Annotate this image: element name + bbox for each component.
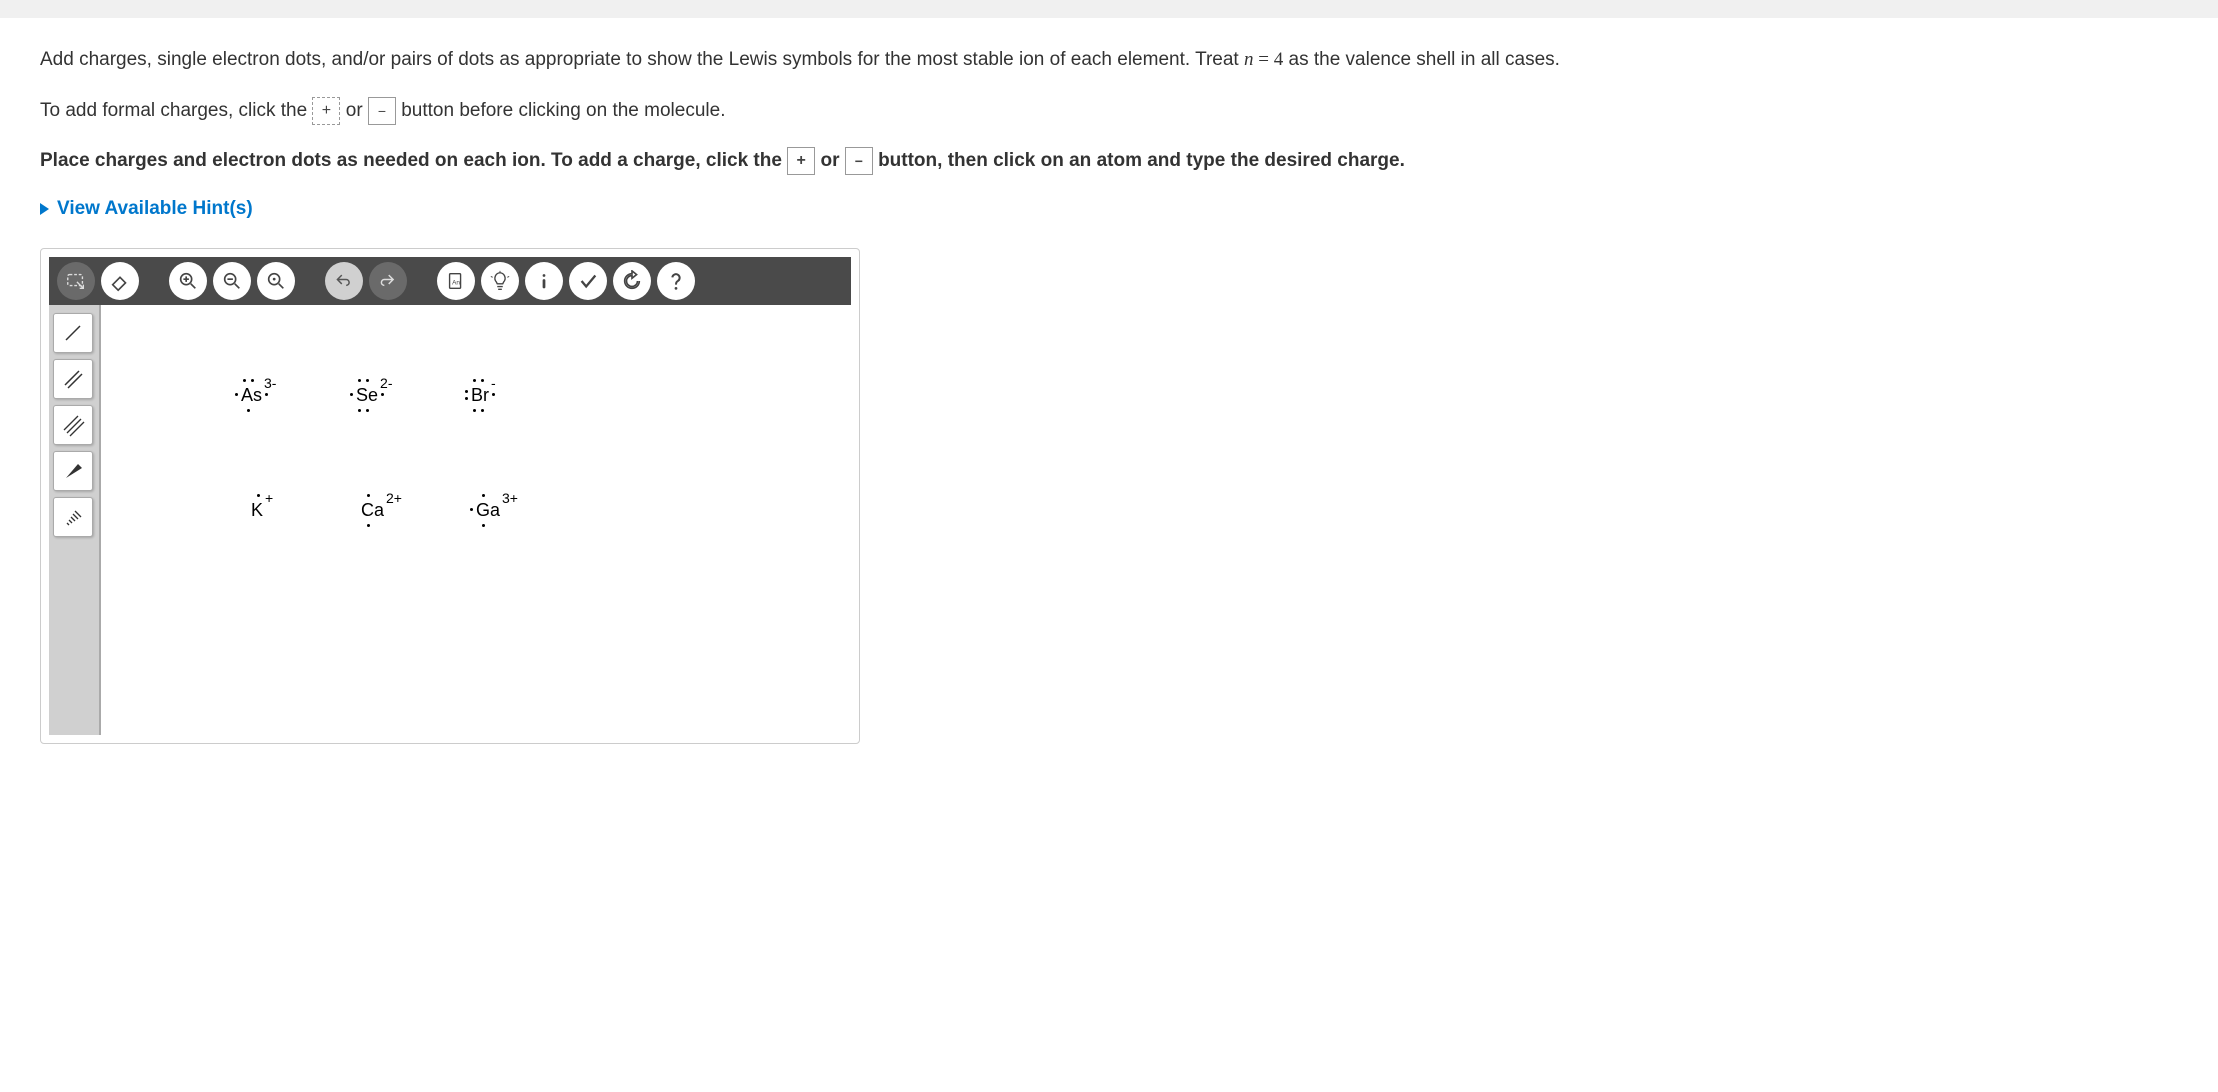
molecule-editor: An bbox=[40, 248, 860, 744]
text-or: or bbox=[821, 150, 845, 171]
question-content: Add charges, single electron dots, and/o… bbox=[0, 18, 2218, 772]
reset-button[interactable] bbox=[613, 262, 651, 300]
paste-atom-button[interactable]: An bbox=[437, 262, 475, 300]
text: button, then click on an atom and type t… bbox=[878, 150, 1405, 171]
plus-charge-button-2[interactable] bbox=[787, 147, 815, 175]
help-button[interactable] bbox=[657, 262, 695, 300]
electron-dot bbox=[235, 393, 238, 396]
equals: = bbox=[1254, 49, 1274, 70]
text: Add charges, single electron dots, and/o… bbox=[40, 49, 1244, 70]
atom-charge: 3+ bbox=[502, 490, 518, 506]
electron-dot bbox=[481, 379, 484, 382]
electron-dot bbox=[492, 393, 495, 396]
text: To add formal charges, click the bbox=[40, 100, 312, 121]
electron-dot bbox=[465, 390, 468, 393]
undo-button[interactable] bbox=[325, 262, 363, 300]
text: button before clicking on the molecule. bbox=[401, 100, 725, 121]
electron-dot bbox=[473, 379, 476, 382]
view-hints-toggle[interactable]: View Available Hint(s) bbox=[40, 198, 253, 220]
zoom-in-button[interactable] bbox=[169, 262, 207, 300]
atom-k[interactable]: K+ bbox=[251, 500, 263, 521]
instruction-1: Add charges, single electron dots, and/o… bbox=[40, 46, 2178, 75]
atom-symbol: Ca2+ bbox=[361, 500, 384, 521]
atom-symbol: Ga3+ bbox=[476, 500, 500, 521]
eraser-button[interactable] bbox=[101, 262, 139, 300]
electron-dot bbox=[482, 524, 485, 527]
svg-text:An: An bbox=[452, 279, 460, 286]
molecule-canvas[interactable]: As3- Se2- Br- K+ Ca2+ Ga3+ bbox=[99, 305, 851, 735]
triangle-right-icon bbox=[40, 203, 49, 215]
electron-dot bbox=[481, 409, 484, 412]
wedge-bond-button[interactable] bbox=[53, 451, 93, 491]
text-or: or bbox=[346, 100, 368, 121]
atom-charge: 2+ bbox=[386, 490, 402, 506]
single-bond-button[interactable] bbox=[53, 313, 93, 353]
electron-dot bbox=[367, 494, 370, 497]
atom-ga[interactable]: Ga3+ bbox=[476, 500, 500, 521]
electron-dot bbox=[350, 393, 353, 396]
electron-dot bbox=[243, 379, 246, 382]
electron-dot bbox=[358, 379, 361, 382]
electron-dot bbox=[247, 409, 250, 412]
atom-br[interactable]: Br- bbox=[471, 385, 489, 406]
triple-bond-button[interactable] bbox=[53, 405, 93, 445]
plus-charge-button[interactable] bbox=[312, 97, 340, 125]
electron-dot bbox=[367, 524, 370, 527]
window-top-bar bbox=[0, 0, 2218, 18]
electron-dot bbox=[265, 393, 268, 396]
electron-dot bbox=[482, 494, 485, 497]
value-4: 4 bbox=[1274, 49, 1284, 70]
atom-charge: - bbox=[491, 375, 496, 391]
zoom-fit-button[interactable] bbox=[257, 262, 295, 300]
atom-charge: 2- bbox=[380, 375, 392, 391]
electron-dot bbox=[473, 409, 476, 412]
atom-charge: + bbox=[265, 490, 273, 506]
electron-dot bbox=[470, 508, 473, 511]
double-bond-button[interactable] bbox=[53, 359, 93, 399]
redo-button[interactable] bbox=[369, 262, 407, 300]
check-button[interactable] bbox=[569, 262, 607, 300]
atom-symbol: As3- bbox=[241, 385, 262, 406]
electron-dot bbox=[465, 397, 468, 400]
atom-as[interactable]: As3- bbox=[241, 385, 262, 406]
electron-dot bbox=[381, 393, 384, 396]
hash-bond-button[interactable] bbox=[53, 497, 93, 537]
atom-ca[interactable]: Ca2+ bbox=[361, 500, 384, 521]
marquee-select-button[interactable] bbox=[57, 262, 95, 300]
text: Place charges and electron dots as neede… bbox=[40, 150, 787, 171]
electron-dot bbox=[366, 379, 369, 382]
instruction-3: Place charges and electron dots as neede… bbox=[40, 147, 2178, 176]
atom-se[interactable]: Se2- bbox=[356, 385, 378, 406]
atom-symbol: Br- bbox=[471, 385, 489, 406]
editor-left-toolbar bbox=[49, 305, 99, 735]
atom-charge: 3- bbox=[264, 375, 276, 391]
text: as the valence shell in all cases. bbox=[1283, 49, 1560, 70]
electron-dot bbox=[257, 494, 260, 497]
minus-charge-button-2[interactable] bbox=[845, 147, 873, 175]
variable-n: n bbox=[1244, 49, 1254, 70]
canvas-area: As3- Se2- Br- K+ Ca2+ Ga3+ bbox=[49, 305, 851, 735]
atom-symbol: Se2- bbox=[356, 385, 378, 406]
info-button[interactable] bbox=[525, 262, 563, 300]
electron-dot bbox=[358, 409, 361, 412]
zoom-out-button[interactable] bbox=[213, 262, 251, 300]
atom-symbol: K+ bbox=[251, 500, 263, 521]
editor-top-toolbar: An bbox=[49, 257, 851, 305]
hints-label: View Available Hint(s) bbox=[57, 198, 253, 220]
minus-charge-button[interactable] bbox=[368, 97, 396, 125]
electron-dot bbox=[251, 379, 254, 382]
hint-button[interactable] bbox=[481, 262, 519, 300]
instruction-2: To add formal charges, click the or butt… bbox=[40, 97, 2178, 126]
electron-dot bbox=[366, 409, 369, 412]
